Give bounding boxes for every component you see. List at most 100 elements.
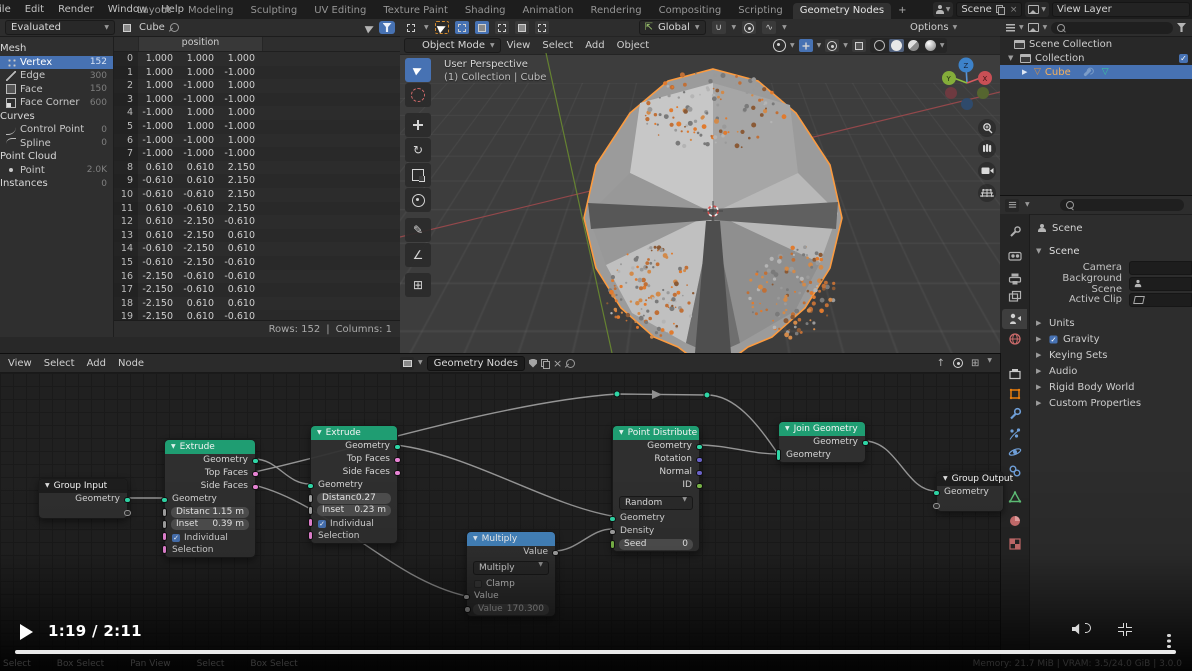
- outliner-row-scene-collection[interactable]: Scene Collection: [1000, 37, 1192, 51]
- transform-orientation-dropdown[interactable]: ⇱ Global ▼: [638, 20, 706, 35]
- individual-checkbox[interactable]: ✓ Individual: [308, 517, 397, 530]
- properties-search-input[interactable]: [1059, 199, 1184, 211]
- view-layer-field[interactable]: View Layer: [1052, 2, 1190, 17]
- clamp-checkbox[interactable]: Clamp: [467, 577, 555, 590]
- socket-geometry-output[interactable]: [394, 443, 401, 450]
- mode-dropdown[interactable]: Object Mode ▼: [404, 38, 501, 53]
- socket-distance-input[interactable]: [162, 508, 167, 517]
- shading-material-button[interactable]: [906, 39, 921, 52]
- outliner-filter-icon[interactable]: [1177, 23, 1186, 32]
- menu-item-edit[interactable]: Edit: [25, 4, 44, 15]
- socket-inset-input[interactable]: [162, 520, 167, 529]
- section-rigid-body-world[interactable]: ▶ Rigid Body World: [1030, 379, 1192, 395]
- tree-item-control-point[interactable]: Control Point 0: [0, 123, 113, 137]
- socket-id-output[interactable]: [696, 482, 703, 489]
- tab-sculpting[interactable]: Sculpting: [244, 3, 305, 19]
- scene-name-field[interactable]: Scene ×: [956, 2, 1023, 17]
- selection-filter-icon[interactable]: [364, 22, 376, 33]
- menu-item-object[interactable]: Object: [617, 40, 650, 51]
- tree-item-vertex[interactable]: Vertex 152: [0, 55, 113, 69]
- tab-rendering[interactable]: Rendering: [584, 3, 649, 19]
- kebab-menu-icon[interactable]: [1167, 633, 1171, 637]
- node-tree-name-field[interactable]: Geometry Nodes: [426, 355, 525, 371]
- tab-output[interactable]: [1002, 269, 1027, 289]
- outliner-row-collection[interactable]: ▼ Collection ✓: [1000, 51, 1192, 65]
- select-mode-button-2[interactable]: [474, 21, 489, 34]
- parent-tree-icon[interactable]: ↑: [937, 358, 945, 369]
- socket-individual-input[interactable]: [308, 518, 313, 527]
- tab-uv-editing[interactable]: UV Editing: [307, 3, 373, 19]
- tree-item-point[interactable]: Point 2.0K: [0, 164, 113, 178]
- editor-type-button[interactable]: [404, 21, 418, 34]
- inset-field[interactable]: Inset 0.23 m: [308, 505, 391, 516]
- outliner-row-cube[interactable]: ▶ ▽ Cube ▽: [1000, 65, 1192, 79]
- section-scene[interactable]: ▼ Scene: [1030, 243, 1192, 259]
- socket-normal-output[interactable]: [696, 469, 703, 476]
- tab-particles[interactable]: [1002, 424, 1027, 444]
- menu-item-select[interactable]: Select: [542, 40, 573, 51]
- falloff-button[interactable]: ∿: [762, 21, 777, 34]
- node-extrude-2[interactable]: ▼ Extrude Geometry Top Faces Side Faces G…: [307, 425, 401, 544]
- menu-item-add[interactable]: Add: [87, 358, 106, 369]
- tab-collection[interactable]: [1002, 364, 1027, 384]
- expand-icon[interactable]: ▶: [1022, 68, 1030, 76]
- expand-icon[interactable]: ▶: [1036, 335, 1044, 343]
- expand-icon[interactable]: ▶: [1036, 351, 1044, 359]
- copy-scene-icon[interactable]: [995, 5, 1005, 15]
- viewport-canvas[interactable]: Z Y X User Perspective (1) Collection | …: [400, 53, 1000, 353]
- socket-top-faces-output[interactable]: [394, 456, 401, 463]
- tool-rotate[interactable]: ↻: [405, 138, 431, 162]
- tool-transform[interactable]: [405, 188, 431, 212]
- tab-render[interactable]: [1002, 246, 1027, 266]
- tool-select-box[interactable]: [405, 58, 431, 82]
- tree-item-face-corner[interactable]: Face Corner 600: [0, 96, 113, 110]
- seed-field[interactable]: Seed 0: [610, 539, 693, 550]
- active-clip-field[interactable]: [1129, 292, 1192, 307]
- tool-add-cube[interactable]: ⊞: [405, 273, 431, 297]
- tree-item-mesh[interactable]: Mesh: [0, 42, 113, 56]
- node-tree-icon[interactable]: [400, 356, 414, 370]
- collapse-icon[interactable]: ▼: [171, 440, 176, 454]
- tab-texture-paint[interactable]: Texture Paint: [376, 3, 455, 19]
- expand-icon[interactable]: ▶: [1036, 367, 1044, 375]
- socket-inset-input[interactable]: [308, 506, 313, 515]
- pin-icon[interactable]: [564, 356, 578, 370]
- tool-cursor[interactable]: [405, 83, 431, 107]
- tab-world[interactable]: [1002, 329, 1027, 349]
- tab-animation[interactable]: Animation: [516, 3, 581, 19]
- expand-icon[interactable]: ▶: [1036, 319, 1044, 327]
- inset-field[interactable]: Inset 0.39 m: [162, 519, 249, 530]
- filter-toggle-button[interactable]: [379, 21, 395, 34]
- section-custom-properties[interactable]: ▶ Custom Properties: [1030, 395, 1192, 411]
- overlays-icon[interactable]: [825, 39, 840, 52]
- socket-geometry-input[interactable]: [161, 496, 168, 503]
- expand-icon[interactable]: ▼: [1008, 54, 1016, 62]
- tree-item-edge[interactable]: Edge 300: [0, 69, 113, 83]
- socket-side-faces-output[interactable]: [252, 483, 259, 490]
- section-keying-sets[interactable]: ▶ Keying Sets: [1030, 347, 1192, 363]
- menu-item-view[interactable]: View: [507, 40, 531, 51]
- menu-item-node[interactable]: Node: [118, 358, 144, 369]
- collapse-icon[interactable]: ▼: [317, 426, 322, 440]
- expand-icon[interactable]: ▶: [1036, 399, 1044, 407]
- tab-material[interactable]: [1002, 511, 1027, 531]
- snap-icon[interactable]: ⊞: [971, 358, 979, 369]
- socket-geometry-output[interactable]: [696, 443, 703, 450]
- socket-value-output[interactable]: [552, 549, 559, 556]
- pivot-point-icon[interactable]: [773, 39, 786, 52]
- view-layer-selector-button[interactable]: ▼: [1025, 2, 1049, 17]
- menu-item-select[interactable]: Select: [44, 358, 75, 369]
- node-point-distribute[interactable]: ▼ Point Distribute Geometry Rotation Norm…: [609, 425, 703, 552]
- socket-selection-input[interactable]: [308, 531, 313, 540]
- tab-geometry-nodes[interactable]: Geometry Nodes: [792, 3, 892, 19]
- scene-selector-button[interactable]: ▼: [932, 2, 954, 17]
- editor-type-button[interactable]: [1005, 198, 1019, 212]
- section-units[interactable]: ▶ Units: [1030, 315, 1192, 331]
- tree-item-point-cloud[interactable]: Point Cloud: [0, 150, 113, 164]
- xray-toggle-icon[interactable]: [851, 39, 866, 52]
- proportional-editing-button[interactable]: [742, 21, 757, 34]
- select-mode-button-5[interactable]: [534, 21, 549, 34]
- tab-layout[interactable]: Layout: [130, 3, 178, 19]
- select-mode-button-1[interactable]: [454, 21, 469, 34]
- shading-rendered-button[interactable]: [923, 39, 938, 52]
